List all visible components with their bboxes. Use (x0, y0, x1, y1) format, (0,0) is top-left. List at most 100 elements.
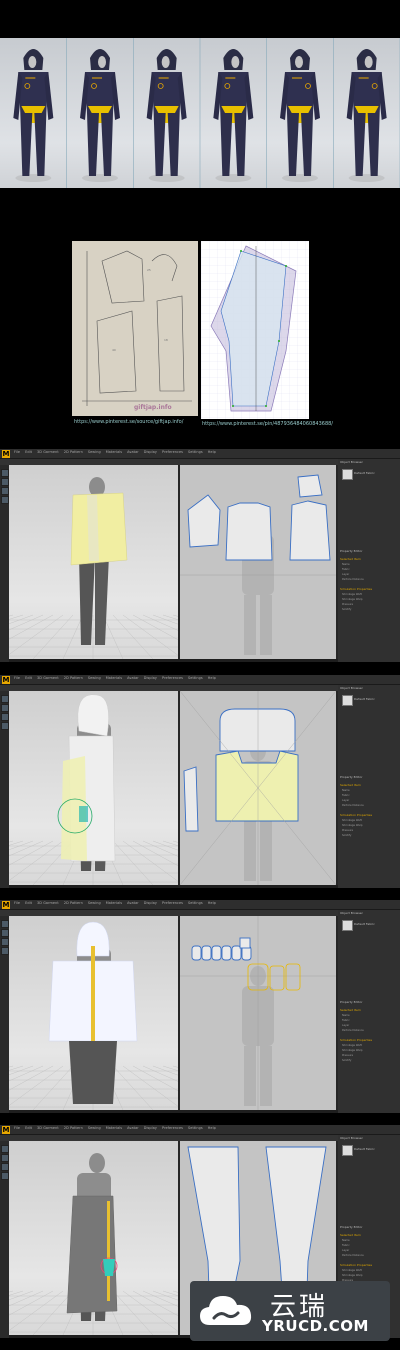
tool-icon[interactable] (1, 487, 9, 495)
2d-pattern-window[interactable] (180, 465, 336, 659)
fabric-swatch[interactable] (342, 920, 353, 931)
tool-icon[interactable] (1, 1154, 9, 1162)
section-header[interactable]: Selected Item (340, 1008, 361, 1012)
property-row[interactable]: Shrinkage Weft (340, 819, 396, 822)
menu-item[interactable]: 2D Pattern (64, 676, 83, 680)
menu-item[interactable]: Sewing (88, 901, 101, 905)
section-header[interactable]: Simulation Properties (340, 1263, 372, 1267)
property-row[interactable]: Name (340, 1014, 396, 1017)
property-row[interactable]: Solidify (340, 834, 396, 837)
tool-icon[interactable] (1, 713, 9, 721)
menu-item[interactable]: Materials (106, 901, 122, 905)
property-row[interactable]: Layer (340, 573, 396, 576)
property-row[interactable]: Layer (340, 799, 396, 802)
property-row[interactable]: Shrinkage Weft (340, 1269, 396, 1272)
property-row[interactable]: Name (340, 789, 396, 792)
property-row[interactable]: Shrinkage Warp (340, 1049, 396, 1052)
menu-item[interactable]: Display (144, 676, 157, 680)
reference-url-right[interactable]: https://www.pinterest.se/pin/48793648406… (202, 421, 333, 427)
menu-item[interactable]: Settings (188, 676, 203, 680)
menu-item[interactable]: 3D Garment (37, 901, 59, 905)
property-row[interactable]: Pressure (340, 603, 396, 606)
property-row[interactable]: Shrinkage Weft (340, 593, 396, 596)
menu-item[interactable]: 2D Pattern (64, 1126, 83, 1130)
property-row[interactable]: Fabric (340, 1019, 396, 1022)
menu-item[interactable]: Avatar (127, 450, 139, 454)
menu-item[interactable]: Avatar (127, 1126, 139, 1130)
section-header[interactable]: Simulation Properties (340, 1038, 372, 1042)
menu-item[interactable]: Display (144, 450, 157, 454)
property-row[interactable]: Particle Distance (340, 804, 396, 807)
property-row[interactable]: Particle Distance (340, 578, 396, 581)
property-row[interactable]: Pressure (340, 829, 396, 832)
menu-item[interactable]: Avatar (127, 901, 139, 905)
property-row[interactable]: Solidify (340, 608, 396, 611)
app-logo[interactable]: M (2, 450, 10, 458)
3d-viewport[interactable] (9, 916, 178, 1110)
fabric-swatch[interactable] (342, 695, 353, 706)
menu-item[interactable]: Sewing (88, 676, 101, 680)
fabric-swatch[interactable] (342, 1145, 353, 1156)
property-row[interactable]: Particle Distance (340, 1254, 396, 1257)
tool-icon[interactable] (1, 1172, 9, 1180)
menu-item[interactable]: Avatar (127, 676, 139, 680)
section-header[interactable]: Simulation Properties (340, 587, 372, 591)
menu-item[interactable]: 3D Garment (37, 676, 59, 680)
3d-viewport[interactable] (9, 1141, 178, 1335)
menu-item[interactable]: Display (144, 901, 157, 905)
tool-icon[interactable] (1, 469, 9, 477)
menu-item[interactable]: Help (208, 901, 216, 905)
menu-item[interactable]: Preferences (162, 450, 183, 454)
menu-item[interactable]: Sewing (88, 1126, 101, 1130)
menu-item[interactable]: 2D Pattern (64, 901, 83, 905)
tool-icon[interactable] (1, 478, 9, 486)
property-row[interactable]: Name (340, 1239, 396, 1242)
menu-item[interactable]: Materials (106, 676, 122, 680)
property-row[interactable]: Layer (340, 1024, 396, 1027)
menu-item[interactable]: Edit (25, 1126, 32, 1130)
menu-item[interactable]: Preferences (162, 676, 183, 680)
menu-item[interactable]: Settings (188, 901, 203, 905)
tool-icon[interactable] (1, 695, 9, 703)
app-logo[interactable]: M (2, 676, 10, 684)
tool-icon[interactable] (1, 722, 9, 730)
menu-item[interactable]: File (14, 450, 20, 454)
section-header[interactable]: Selected Item (340, 1233, 361, 1237)
property-row[interactable]: Fabric (340, 794, 396, 797)
reference-url-left[interactable]: https://www.pinterest.se/source/giftjap.… (74, 419, 183, 425)
menu-item[interactable]: Preferences (162, 1126, 183, 1130)
property-row[interactable]: Pressure (340, 1054, 396, 1057)
menu-item[interactable]: 3D Garment (37, 1126, 59, 1130)
menu-item[interactable]: Materials (106, 450, 122, 454)
menu-item[interactable]: File (14, 1126, 20, 1130)
menu-item[interactable]: Display (144, 1126, 157, 1130)
menu-item[interactable]: Materials (106, 1126, 122, 1130)
property-row[interactable]: Fabric (340, 1244, 396, 1247)
section-header[interactable]: Selected Item (340, 557, 361, 561)
property-row[interactable]: Shrinkage Warp (340, 824, 396, 827)
menu-item[interactable]: File (14, 676, 20, 680)
menu-item[interactable]: 2D Pattern (64, 450, 83, 454)
property-row[interactable]: Name (340, 563, 396, 566)
menu-item[interactable]: Sewing (88, 450, 101, 454)
menu-item[interactable]: File (14, 901, 20, 905)
tool-icon[interactable] (1, 1163, 9, 1171)
section-header[interactable]: Selected Item (340, 783, 361, 787)
tool-icon[interactable] (1, 929, 9, 937)
menu-item[interactable]: Settings (188, 450, 203, 454)
property-row[interactable]: Layer (340, 1249, 396, 1252)
tool-icon[interactable] (1, 704, 9, 712)
menu-item[interactable]: Help (208, 1126, 216, 1130)
menu-item[interactable]: Help (208, 676, 216, 680)
tool-icon[interactable] (1, 1145, 9, 1153)
3d-viewport[interactable] (9, 465, 178, 659)
property-row[interactable]: Fabric (340, 568, 396, 571)
2d-pattern-window[interactable] (180, 691, 336, 885)
property-row[interactable]: Solidify (340, 1059, 396, 1062)
2d-pattern-window[interactable] (180, 916, 336, 1110)
tool-icon[interactable] (1, 920, 9, 928)
menu-item[interactable]: Settings (188, 1126, 203, 1130)
menu-item[interactable]: Edit (25, 676, 32, 680)
menu-item[interactable]: Edit (25, 901, 32, 905)
3d-viewport[interactable] (9, 691, 178, 885)
